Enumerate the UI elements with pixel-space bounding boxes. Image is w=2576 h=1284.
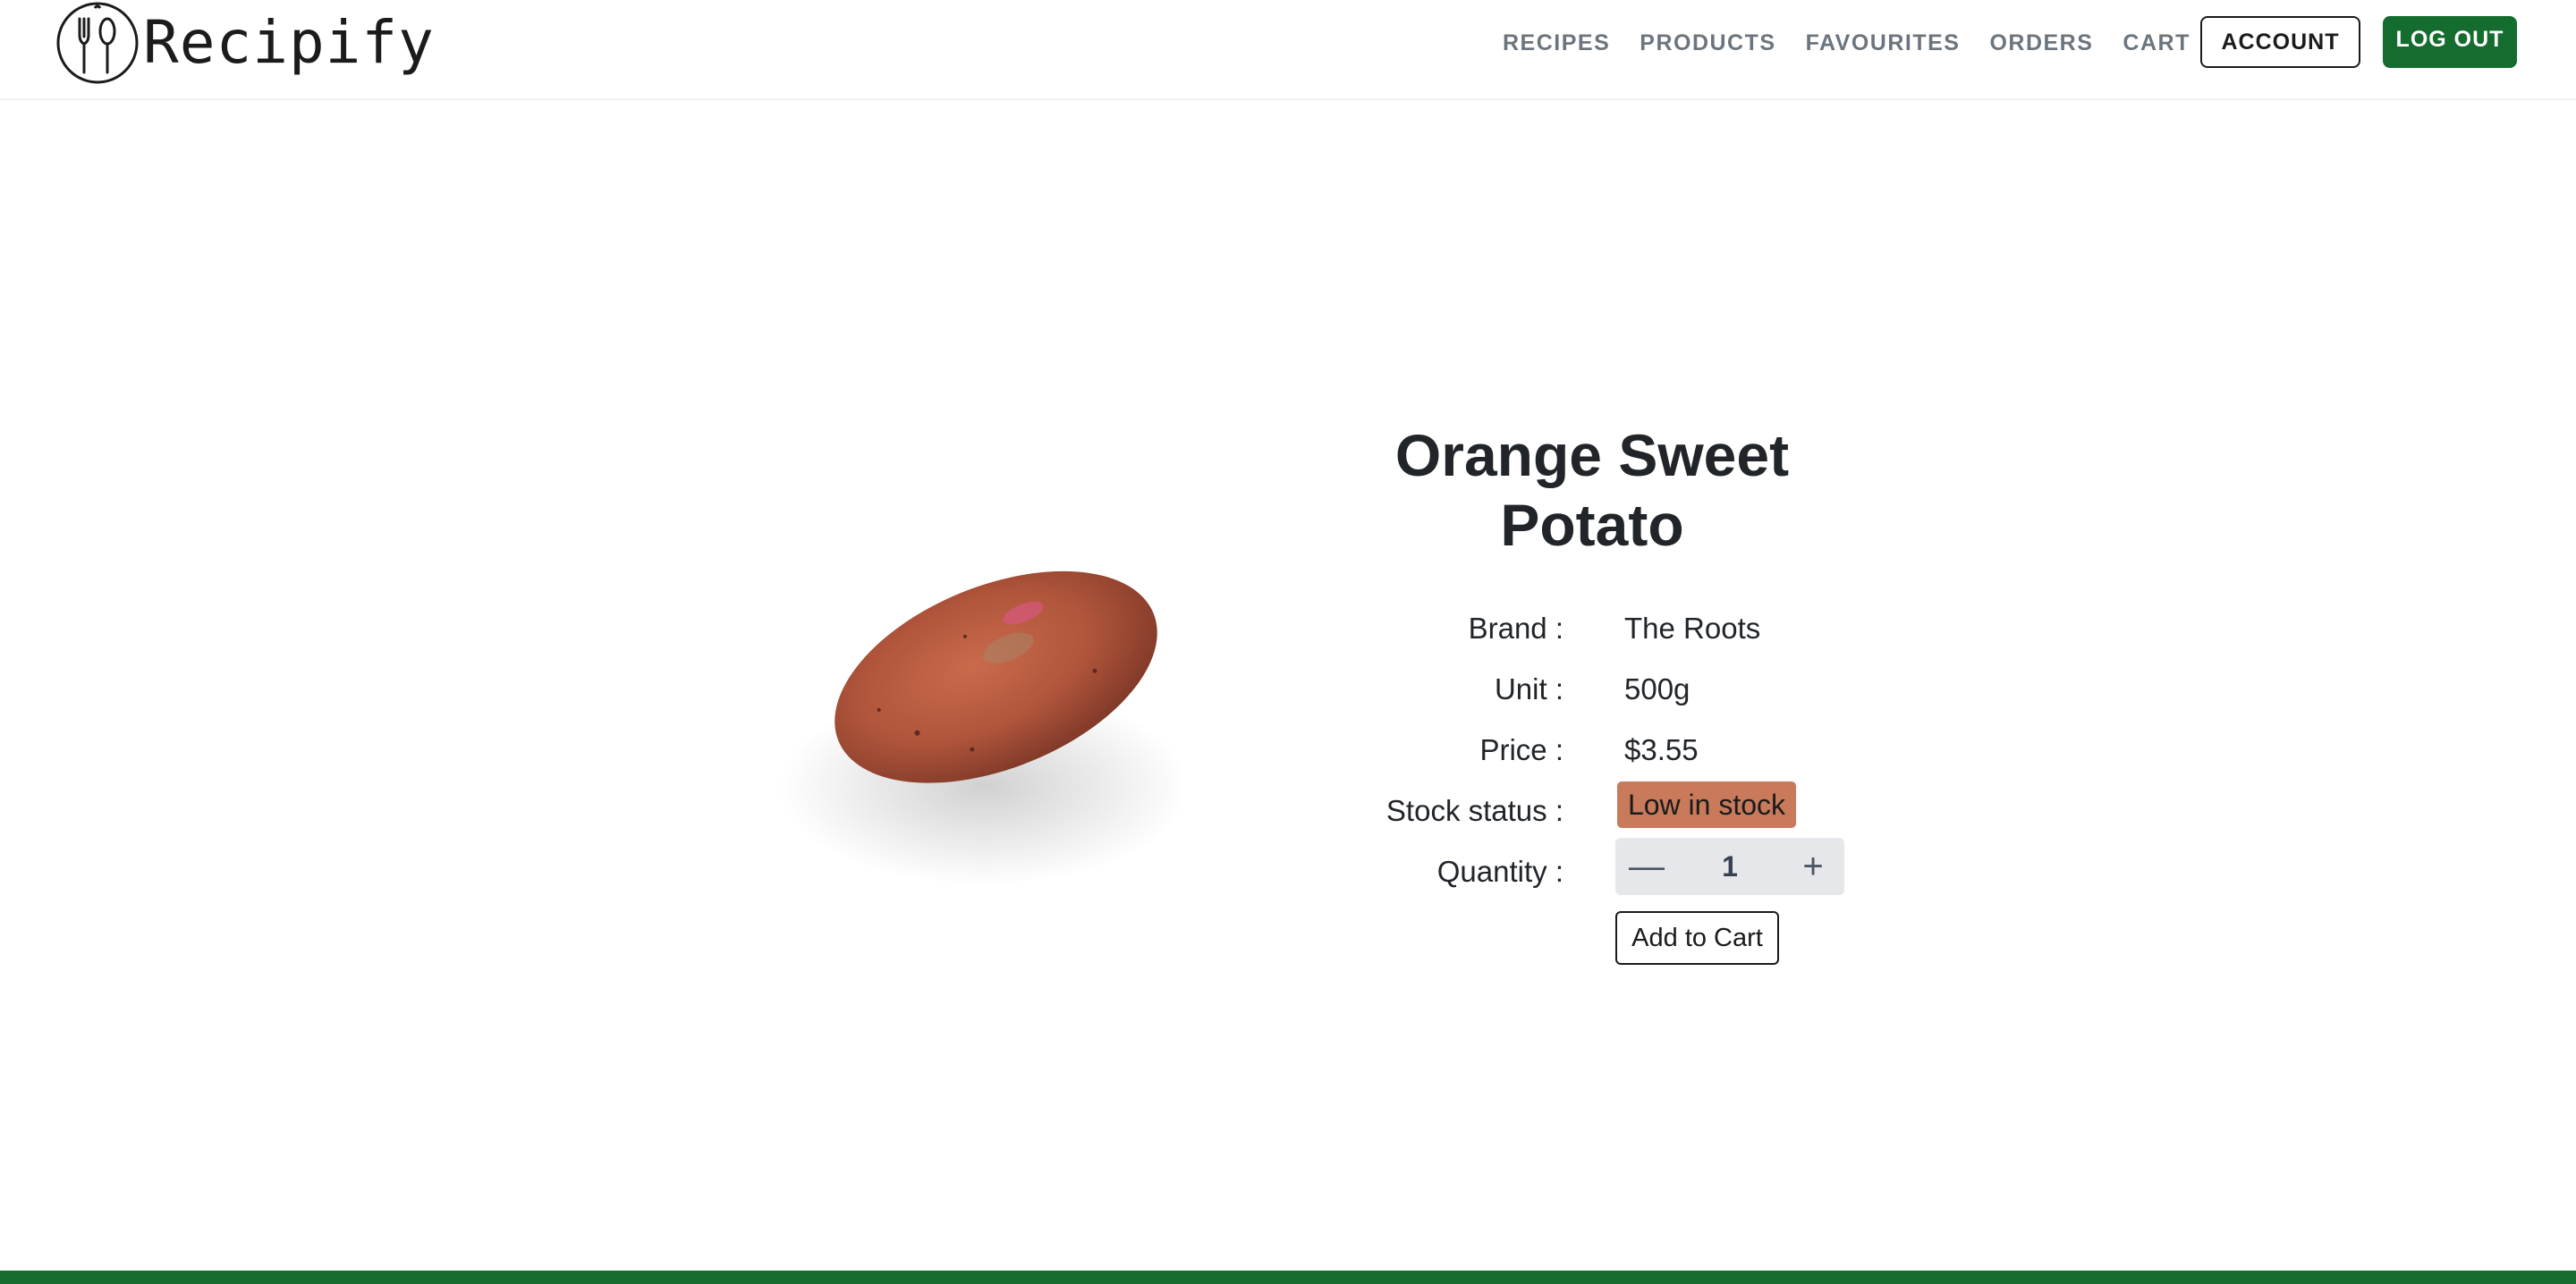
brand-name: Recipify [143,8,435,77]
unit-label: Unit : [1494,672,1563,705]
product-title-line1: Orange Sweet [1394,422,1790,488]
decrement-quantity-button[interactable]: — [1615,838,1678,895]
increment-quantity-button[interactable]: + [1782,838,1844,895]
main-nav: RECIPES PRODUCTS FAVOURITES ORDERS CART [1503,25,2220,61]
quantity-label: Quantity : [1436,855,1563,888]
nav-link-products[interactable]: PRODUCTS [1640,30,1775,56]
brand-label: Brand : [1468,612,1563,645]
footer-bar [0,1271,2576,1284]
price-label: Price : [1479,733,1563,766]
stock-status-label: Stock status : [1385,794,1563,827]
stock-status-badge: Low in stock [1617,781,1796,828]
account-button[interactable]: ACCOUNT [2200,16,2360,68]
nav-link-cart[interactable]: CART [2123,30,2190,56]
product-title-line2: Potato [1500,492,1684,558]
navbar: Recipify RECIPES PRODUCTS FAVOURITES ORD… [0,0,2576,100]
sweet-potato-image [778,570,1181,885]
product-title: Orange Sweet Potato [1324,420,1860,560]
brand-home-link[interactable]: Recipify [55,0,435,86]
add-to-cart-button[interactable]: Add to Cart [1615,911,1779,965]
price-value: $3.55 [1624,733,1699,766]
logout-button[interactable]: LOG OUT [2383,16,2517,68]
unit-value: 500g [1624,672,1690,705]
nav-link-favourites[interactable]: FAVOURITES [1806,30,1961,56]
fork-spoon-logo-icon [56,2,139,84]
nav-link-orders[interactable]: ORDERS [1989,30,2093,56]
brand-value: The Roots [1624,612,1761,645]
nav-link-recipes[interactable]: RECIPES [1503,30,1610,56]
quantity-stepper: — 1 + [1615,838,1844,895]
quantity-value[interactable]: 1 [1678,850,1782,883]
